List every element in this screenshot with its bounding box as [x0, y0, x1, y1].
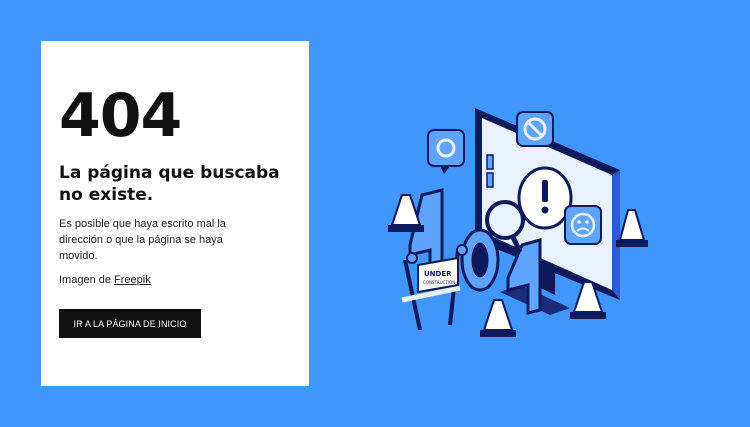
sign-text-line1: UNDER — [424, 270, 452, 278]
go-home-button[interactable]: IR A LA PÁGINA DE INICIO — [59, 309, 201, 338]
freepik-link[interactable]: Freepik — [114, 274, 151, 286]
traffic-cone-icon — [480, 299, 516, 337]
error-card: 404 La página que buscaba no existe. Es … — [41, 41, 309, 386]
error-code: 404 — [59, 81, 182, 151]
image-credit: Imagen de Freepik — [59, 273, 151, 287]
sad-face-bubble-icon — [564, 205, 602, 245]
error-description: Es posible que haya escrito mal la direc… — [59, 218, 226, 262]
illustration-svg: UNDER CONSTRUCTION — [388, 108, 648, 337]
blocked-bubble-icon — [516, 111, 554, 147]
traffic-cone-icon — [616, 209, 648, 247]
sign-text-line2: CONSTRUCTION — [423, 280, 455, 285]
credit-prefix: Imagen de — [59, 274, 111, 286]
construction-404-illustration: UNDER CONSTRUCTION — [380, 100, 650, 350]
gear-bubble-icon — [427, 129, 465, 174]
error-title: La página que buscaba no existe. — [59, 163, 280, 205]
warning-icon — [517, 166, 573, 230]
